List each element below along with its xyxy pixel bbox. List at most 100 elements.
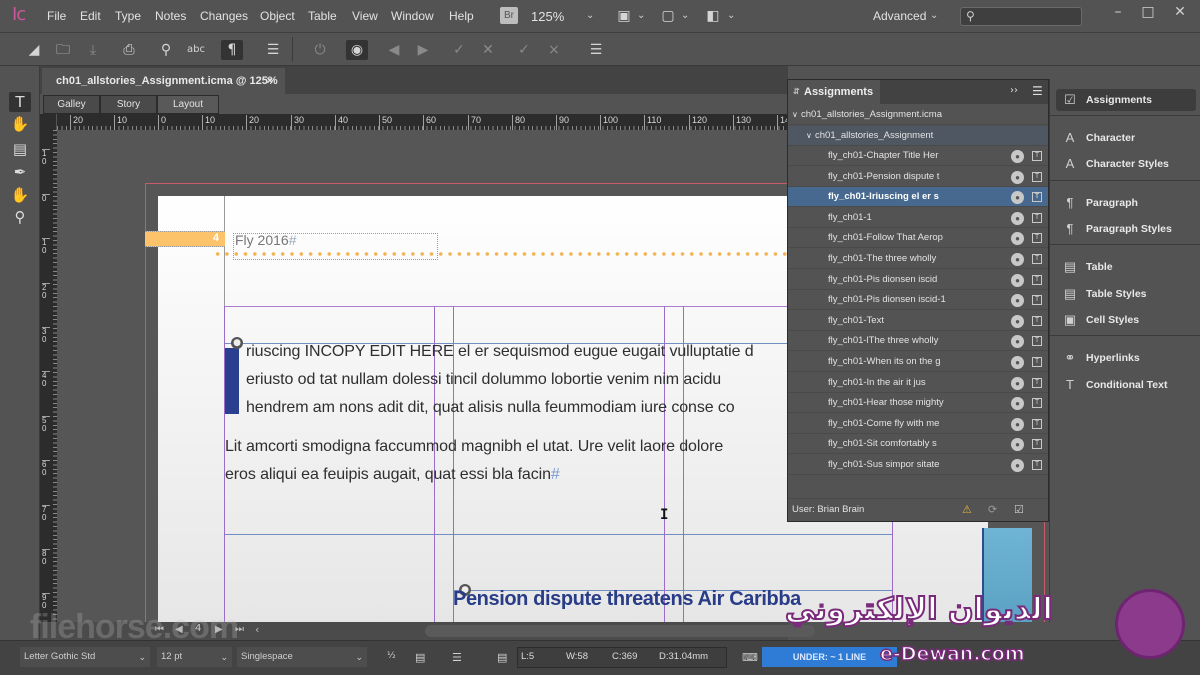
font-size-dropdown[interactable]: 12 pt ⌄ bbox=[157, 647, 232, 667]
type-tool-icon[interactable]: T bbox=[9, 92, 31, 112]
body-text-line[interactable]: Lit amcorti smodigna faccummod magnibh e… bbox=[225, 438, 723, 456]
assignment-story-item[interactable]: fly_ch01-Pis dionsen iscid-1 ● T bbox=[788, 290, 1048, 311]
copyfit-ruler-icon[interactable]: ⌨ bbox=[742, 651, 758, 664]
dock-divider[interactable] bbox=[1050, 335, 1200, 336]
globe-download-icon[interactable]: ● bbox=[1011, 170, 1024, 184]
accept-all-icon[interactable]: ✓ bbox=[515, 41, 533, 59]
text-frame-icon[interactable]: T bbox=[1032, 171, 1042, 182]
close-window-button[interactable]: ✕ bbox=[1160, 2, 1200, 22]
assignment-story-item[interactable]: fly_ch01-Text ● T bbox=[788, 311, 1048, 331]
text-frame-icon[interactable]: T bbox=[1032, 295, 1042, 306]
tab-galley[interactable]: Galley bbox=[43, 95, 100, 114]
view-options-icon[interactable]: ▣ bbox=[615, 7, 633, 25]
horizontal-ruler[interactable]: 2010010203040506070809010011012013014 bbox=[57, 114, 787, 130]
text-frame-icon[interactable]: T bbox=[1032, 315, 1042, 326]
story-info-icon[interactable]: ▤ bbox=[497, 651, 507, 664]
assignment-story-item[interactable]: fly_ch01-1 ● T bbox=[788, 208, 1048, 228]
text-frame-icon[interactable]: T bbox=[1032, 254, 1042, 264]
ruler-origin[interactable] bbox=[40, 114, 57, 130]
spellcheck-icon[interactable]: abc bbox=[187, 41, 205, 59]
zoom-level[interactable]: 125% bbox=[531, 9, 564, 24]
dock-item-paragraph[interactable]: ¶ Paragraph bbox=[1056, 192, 1196, 214]
menu-file[interactable]: File bbox=[47, 9, 66, 23]
menu-icon[interactable]: ☰ bbox=[452, 651, 462, 664]
find-icon[interactable]: ⚲ bbox=[157, 41, 175, 59]
dock-item-assignments[interactable]: ☑ Assignments bbox=[1056, 89, 1196, 111]
note-tool-icon[interactable]: ▤ bbox=[9, 139, 31, 159]
globe-download-icon[interactable]: ● bbox=[1011, 335, 1024, 349]
position-tool-icon[interactable]: ✋ bbox=[9, 114, 31, 134]
globe-download-icon[interactable]: ● bbox=[1011, 253, 1024, 266]
assignment-story-item[interactable]: fly_ch01-Sit comfortably s ● T bbox=[788, 434, 1048, 455]
globe-download-icon[interactable]: ● bbox=[1011, 191, 1024, 205]
assignment-story-item[interactable]: fly_ch01-When its on the g ● T bbox=[788, 352, 1048, 372]
assignment-story-item[interactable]: fly_ch01-Pis dionsen iscid ● T bbox=[788, 270, 1048, 290]
globe-download-icon[interactable]: ● bbox=[1011, 356, 1024, 369]
assignment-story-item[interactable]: fly_ch01-Pension dispute t ● T bbox=[788, 167, 1048, 187]
reject-change-icon[interactable]: ✕ bbox=[479, 41, 497, 59]
dock-item-cell-styles[interactable]: ▣ Cell Styles bbox=[1056, 309, 1196, 331]
assignment-file-row[interactable]: ∨ ch01_allstories_Assignment.icma bbox=[788, 105, 1048, 125]
assignment-story-item[interactable]: fly_ch01-Iriuscing el er s ● T bbox=[788, 187, 1048, 208]
text-frame-icon[interactable]: T bbox=[1032, 460, 1042, 470]
text-frame-icon[interactable]: T bbox=[1032, 377, 1042, 388]
menu-object[interactable]: Object bbox=[260, 9, 295, 23]
assignment-story-item[interactable]: fly_ch01-Follow That Aerop ● T bbox=[788, 228, 1048, 249]
folio-number-frame[interactable]: 4 bbox=[145, 231, 225, 247]
assignment-group-row[interactable]: ∨ ch01_allstories_Assignment bbox=[788, 126, 1048, 146]
save-icon[interactable]: ⤓ bbox=[84, 41, 102, 59]
globe-download-icon[interactable]: ● bbox=[1011, 211, 1024, 225]
dock-divider[interactable] bbox=[1050, 244, 1200, 245]
bridge-button[interactable]: Br bbox=[500, 7, 518, 24]
globe-download-icon[interactable]: ● bbox=[1011, 314, 1024, 328]
menu-icon[interactable]: ☰ bbox=[264, 41, 282, 59]
tab-layout[interactable]: Layout bbox=[157, 95, 219, 114]
chevron-down-icon[interactable]: ⌄ bbox=[681, 10, 689, 21]
assignment-story-item[interactable]: fly_ch01-The three wholly ● T bbox=[788, 249, 1048, 269]
globe-download-icon[interactable]: ● bbox=[1011, 232, 1024, 246]
reject-all-icon[interactable]: × bbox=[545, 41, 563, 59]
folio-text[interactable]: Fly 2016# bbox=[235, 232, 297, 248]
dock-item-table-styles[interactable]: ▤ Table Styles bbox=[1056, 283, 1196, 305]
text-frame-icon[interactable]: T bbox=[1032, 151, 1042, 161]
document-tab[interactable]: ch01_allstories_Assignment.icma @ 125% × bbox=[42, 68, 285, 94]
pilcrow-icon[interactable]: ¶ bbox=[221, 40, 243, 60]
globe-download-icon[interactable]: ● bbox=[1011, 438, 1024, 452]
zoom-tool-icon[interactable]: ⚲ bbox=[9, 207, 31, 227]
assignment-story-item[interactable]: fly_ch01-Chapter Title Her ● T bbox=[788, 146, 1048, 166]
text-frame-icon[interactable]: T bbox=[1032, 418, 1042, 429]
body-text-line[interactable]: eriusto od tat nullam dolessi tincil dol… bbox=[246, 371, 721, 389]
scroll-left-icon[interactable]: ‹ bbox=[255, 623, 259, 636]
next-change-icon[interactable]: ▶ bbox=[414, 41, 432, 59]
text-frame-icon[interactable]: T bbox=[1032, 212, 1042, 223]
menu-changes[interactable]: Changes bbox=[200, 9, 248, 23]
assignment-story-item[interactable]: fly_ch01-Come fly with me ● T bbox=[788, 414, 1048, 434]
dock-divider[interactable] bbox=[1050, 115, 1200, 116]
body-text-line[interactable]: eros aliqui ea feuipis augait, quat essi… bbox=[225, 466, 560, 484]
globe-download-icon[interactable]: ● bbox=[1011, 273, 1024, 287]
eyedropper-tool-icon[interactable]: ✒ bbox=[9, 162, 31, 182]
accept-change-icon[interactable]: ✓ bbox=[450, 41, 468, 59]
assignment-story-item[interactable]: fly_ch01-Hear those mighty ● T bbox=[788, 393, 1048, 414]
menu-window[interactable]: Window bbox=[391, 9, 434, 23]
text-frame-icon[interactable]: T bbox=[1032, 398, 1042, 409]
globe-download-icon[interactable]: ● bbox=[1011, 417, 1024, 431]
globe-download-icon[interactable]: ● bbox=[1011, 150, 1024, 163]
text-frame-icon[interactable]: T bbox=[1032, 192, 1042, 203]
chevron-down-icon[interactable]: ∨ bbox=[792, 105, 798, 125]
menu-table[interactable]: Table bbox=[308, 9, 337, 23]
prev-change-icon[interactable]: ◀ bbox=[385, 41, 403, 59]
dock-item-character-styles[interactable]: A Character Styles bbox=[1056, 153, 1196, 175]
update-warning-icon[interactable]: ⚠ bbox=[962, 503, 972, 516]
text-frame-icon[interactable]: T bbox=[1032, 336, 1042, 347]
text-frame-icon[interactable]: T bbox=[1032, 233, 1042, 244]
panel-menu-icon[interactable]: ☰ bbox=[1032, 84, 1043, 98]
dock-item-character[interactable]: A Character bbox=[1056, 127, 1196, 149]
assignment-user-icon[interactable]: ☑ bbox=[1014, 503, 1024, 516]
vertical-ruler[interactable]: 1 001 02 03 04 05 06 07 08 09 0 bbox=[40, 130, 57, 622]
headline-text[interactable]: Pension dispute threatens Air Caribba bbox=[453, 588, 801, 611]
hand-tool-icon[interactable]: ✋ bbox=[9, 185, 31, 205]
chevron-down-icon[interactable]: ⌄ bbox=[637, 10, 645, 21]
globe-download-icon[interactable]: ● bbox=[1011, 459, 1024, 472]
open-folder-icon[interactable]: 🗀 bbox=[54, 41, 72, 59]
